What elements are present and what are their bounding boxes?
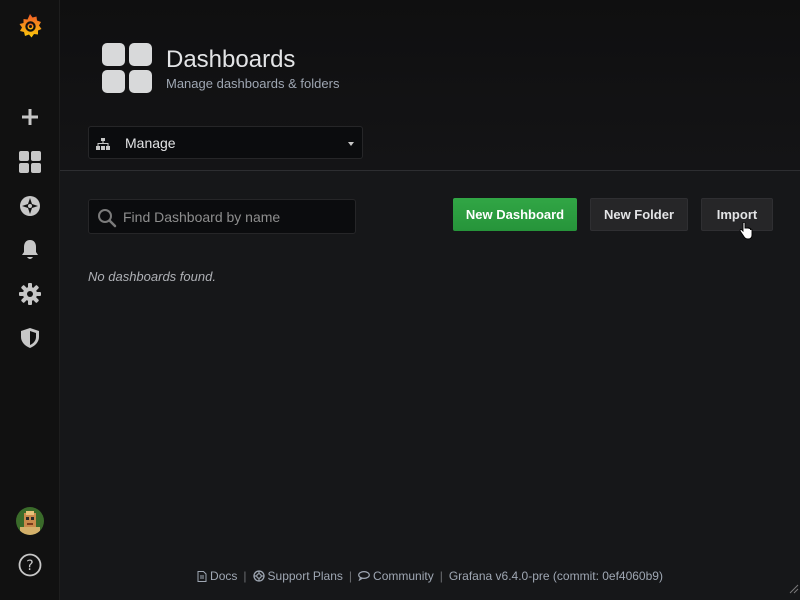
footer: Docs | Support Plans | Community | Grafa… [60,567,800,585]
import-button[interactable]: Import [701,198,773,231]
caret-down-icon [348,142,354,146]
footer-community-label: Community [373,569,434,583]
explore-compass-icon[interactable] [0,186,60,226]
sitemap-icon [96,137,110,155]
footer-community-link[interactable]: Community [358,569,434,583]
resize-grip-icon[interactable] [789,581,799,599]
search-input[interactable] [123,200,351,233]
new-dashboard-button[interactable]: New Dashboard [453,198,577,231]
comments-icon [358,571,370,581]
page-nav-select[interactable]: Manage [88,126,363,159]
dashboards-apps-icon [102,43,152,93]
empty-state-message: No dashboards found. [88,269,216,284]
configuration-gear-icon[interactable] [0,274,60,314]
footer-version: Grafana v6.4.0-pre (commit: 0ef4060b9) [448,569,663,583]
dashboard-search [88,199,356,234]
page-header: Dashboards Manage dashboards & folders M… [60,0,800,171]
footer-separator: | [243,569,247,583]
nav-select-value: Manage [125,135,176,151]
file-icon [197,570,207,582]
page-subtitle: Manage dashboards & folders [166,76,340,91]
profile-avatar-icon[interactable] [0,501,60,541]
footer-support-link[interactable]: Support Plans [252,569,343,583]
lifebuoy-icon [252,570,265,582]
hand-pointer-cursor-icon [739,221,753,245]
server-admin-shield-icon[interactable] [0,318,60,358]
footer-support-label: Support Plans [267,569,343,583]
grafana-logo-icon[interactable] [0,7,60,47]
svg-text:?: ? [26,558,33,574]
sidebar: ? [0,0,60,600]
help-question-circle-icon[interactable]: ? [0,545,60,585]
search-icon [97,208,117,233]
page-title: Dashboards [166,46,296,73]
footer-separator: | [348,569,353,583]
new-folder-button[interactable]: New Folder [590,198,688,231]
footer-docs-label: Docs [210,569,238,583]
footer-docs-link[interactable]: Docs [197,569,237,583]
footer-separator: | [439,569,443,583]
create-plus-icon[interactable] [0,97,60,137]
alerting-bell-icon[interactable] [0,230,60,270]
dashboards-apps-grid-icon[interactable] [0,142,60,182]
